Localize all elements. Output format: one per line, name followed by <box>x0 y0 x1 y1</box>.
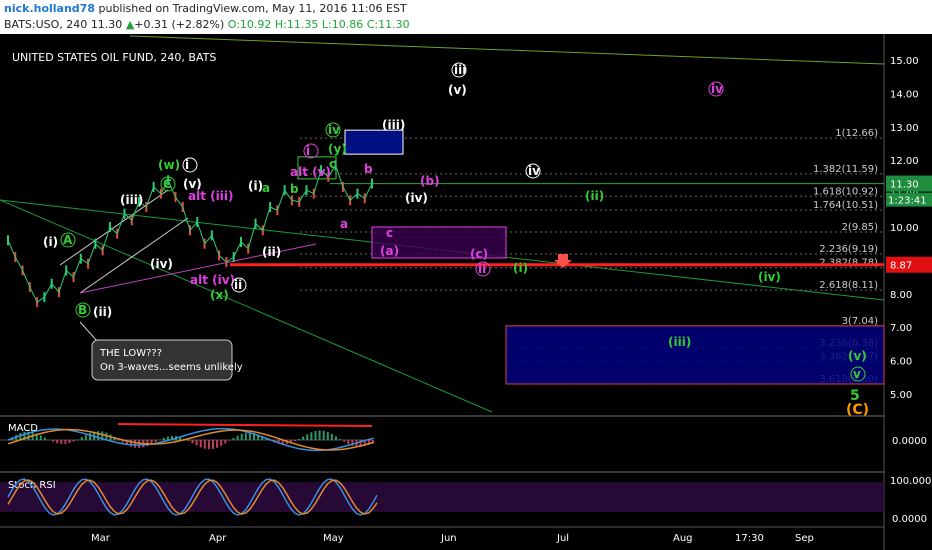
fib-label: 2(9.85) <box>842 222 879 233</box>
wave-label: c <box>329 157 336 171</box>
wave-label: b <box>290 182 299 196</box>
callout-box <box>91 339 233 381</box>
wave-label: iv <box>711 82 723 96</box>
chart-canvas[interactable]: UNITED STATES OIL FUND, 240, BATS 15.00 14… <box>0 0 932 550</box>
stoch-y-tick: 100.0000 <box>890 476 932 487</box>
wave-label: alt (iv) <box>190 273 235 287</box>
x-tick-label: Jul <box>556 533 569 544</box>
wave-label: c <box>386 226 393 240</box>
wave-label: (ii) <box>93 305 112 319</box>
callout-body: On 3-waves...seems unlikely <box>100 362 243 373</box>
wave-label: alt (v) <box>290 165 331 179</box>
wave-label: (y) <box>328 142 347 156</box>
fib-label: 2.618(8.11) <box>819 280 878 291</box>
macd-y-tick: 0.0000 <box>892 436 927 447</box>
wave-iii-box <box>344 129 404 155</box>
fib-label: 1.764(10.51) <box>813 200 878 211</box>
wave-label: ii <box>234 278 242 292</box>
wave-label: ii <box>478 262 486 276</box>
wave-label: a <box>262 181 270 195</box>
wave-label: (b) <box>420 174 440 188</box>
chart-title: UNITED STATES OIL FUND, 240, BATS <box>12 51 216 64</box>
wave-label: (w) <box>158 158 180 172</box>
y-tick-label: 14.00 <box>890 89 919 100</box>
y-tick-label: 5.00 <box>890 390 912 401</box>
y-tick-label: 7.00 <box>890 323 912 334</box>
countdown-label: 1:23:41 <box>888 196 927 207</box>
wave-label: b <box>364 162 373 176</box>
wave-label: (iv) <box>150 257 173 271</box>
wave-label: (v) <box>448 83 467 97</box>
fib-label: 1.618(10.92) <box>813 186 878 197</box>
y-tick-label: 12.00 <box>890 156 919 167</box>
wave-label: iv <box>528 164 540 178</box>
y-tick-label: 13.00 <box>890 123 919 134</box>
wave-label: (iv) <box>405 191 428 205</box>
wave-label: iv <box>328 123 340 137</box>
wave-label: (ii) <box>585 189 604 203</box>
wave-label: B <box>78 303 87 317</box>
y-tick-label: 15.00 <box>890 56 919 67</box>
x-tick-label: Aug <box>673 533 693 544</box>
last-price-label: 11.30 <box>890 180 919 191</box>
wave-label: v <box>853 367 861 381</box>
fib-label: 1(12.66) <box>835 128 878 139</box>
wave-label: a <box>340 217 348 231</box>
target-zone-box <box>505 325 885 385</box>
fib-label: 1.382(11.59) <box>813 164 878 175</box>
wave-label: (c) <box>470 247 488 261</box>
fib-label: 3(7.04) <box>842 316 879 327</box>
x-tick-label: May <box>323 533 344 544</box>
x-tick-label: Apr <box>209 533 227 544</box>
stoch-y-tick: 0.0000 <box>892 514 927 525</box>
wave-label: (a) <box>380 244 399 258</box>
x-tick-label: Sep <box>795 533 814 544</box>
x-tick-label: Mar <box>91 533 111 544</box>
wave-label: A <box>63 233 73 247</box>
macd-divergence-line <box>117 423 373 427</box>
wave-label: (ii) <box>262 245 281 259</box>
wave-label: (iv) <box>758 270 781 284</box>
wave-label: C <box>163 177 172 191</box>
wave-label: i <box>185 158 189 172</box>
y-tick-label: 6.00 <box>890 357 912 368</box>
wave-label: (i) <box>248 179 263 193</box>
stoch-band <box>0 482 884 512</box>
level-price-label: 8.87 <box>890 261 912 272</box>
wave-label: i <box>306 144 310 158</box>
y-tick-label: 10.00 <box>890 223 919 234</box>
fib-label: 2.236(9.19) <box>819 244 878 255</box>
wave-label: (iii) <box>120 193 143 207</box>
wave-label: alt (iii) <box>188 189 233 203</box>
y-tick-label: 8.00 <box>890 290 912 301</box>
wave-label: iii <box>454 63 466 77</box>
x-tick-label: 17:30 <box>735 533 764 544</box>
callout-title: THE LOW??? <box>99 348 162 359</box>
wave-label: (i) <box>513 261 528 275</box>
wave-label: (iii) <box>382 118 405 132</box>
x-tick-label: Jun <box>440 533 457 544</box>
wave-label: (C) <box>846 402 869 418</box>
wave-label: (x) <box>210 288 229 302</box>
wave-label: (v) <box>848 349 867 363</box>
wave-label: (i) <box>43 235 58 249</box>
wave-label: (iii) <box>668 335 691 349</box>
